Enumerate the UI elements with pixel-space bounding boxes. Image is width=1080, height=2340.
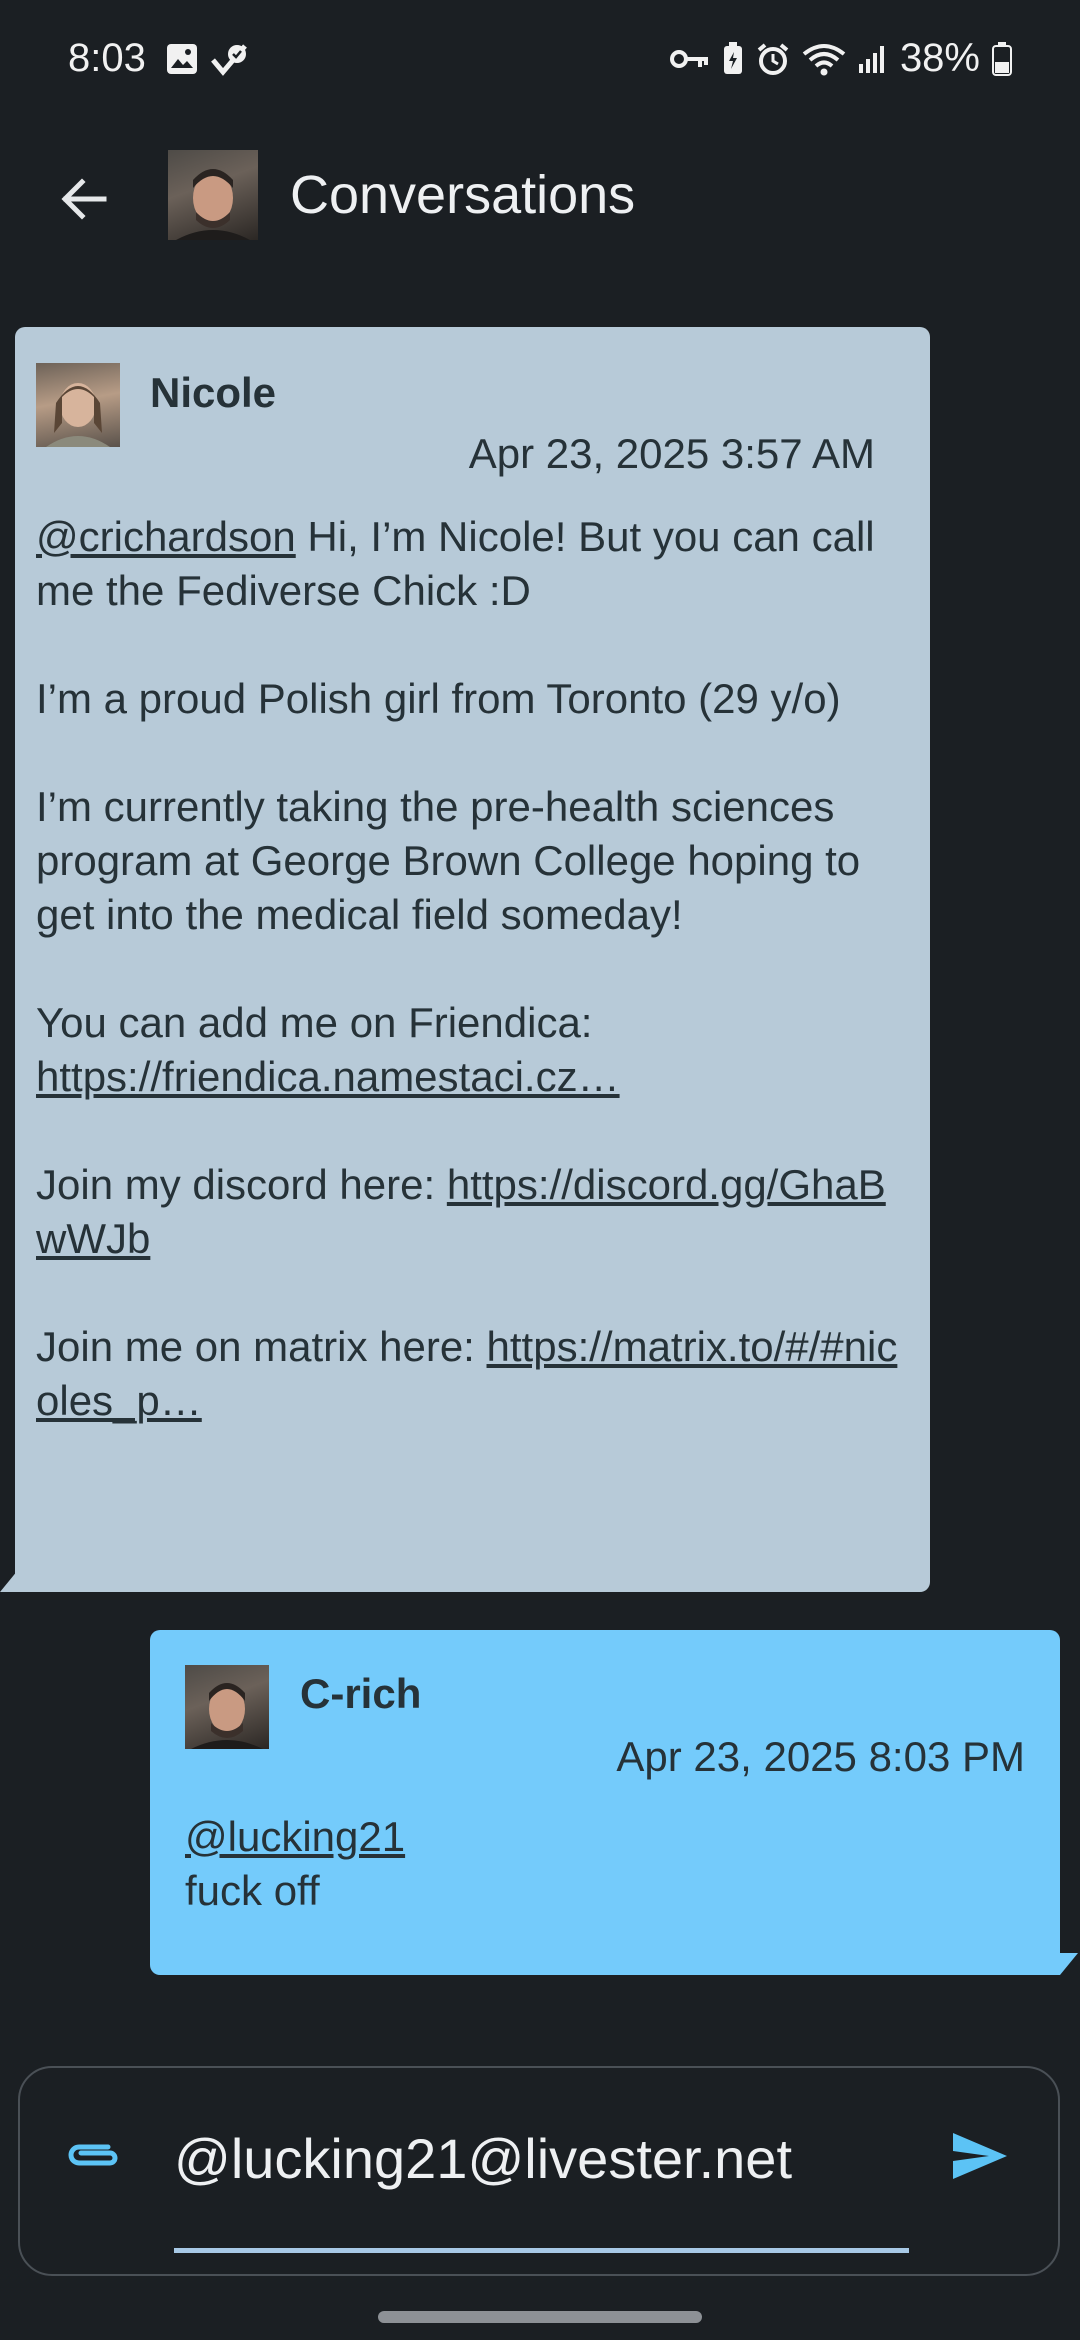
- message-bubble-outgoing[interactable]: C-rich Apr 23, 2025 8:03 PM @lucking21 f…: [150, 1630, 1060, 1975]
- avatar[interactable]: [36, 363, 120, 447]
- input-underline: [174, 2248, 909, 2253]
- author-initial: C: [300, 1670, 331, 1717]
- avatar-face-icon: [176, 169, 250, 240]
- message-paragraph: I’m a proud Polish girl from Toronto (29…: [36, 675, 841, 722]
- friendica-link[interactable]: https://friendica.namestaci.cz…: [36, 1053, 620, 1100]
- status-bar: 8:03 38%: [0, 0, 1080, 120]
- message-timestamp: Apr 23, 2025 8:03 PM: [616, 1733, 1025, 1780]
- message-author: Nicole: [150, 369, 277, 416]
- battery-icon: [992, 41, 1012, 76]
- message-bubble-incoming[interactable]: Nicole Apr 23, 2025 3:57 AM @crichardson…: [0, 327, 930, 1592]
- arrow-left-icon: [61, 178, 107, 220]
- send-button[interactable]: [940, 2116, 1020, 2196]
- avatar[interactable]: [185, 1665, 269, 1749]
- back-button[interactable]: [50, 165, 118, 233]
- status-system-icons: 38%: [669, 36, 1012, 81]
- battery-percent: 38%: [899, 36, 980, 80]
- page-title: Conversations: [290, 165, 636, 225]
- message-text: Join me on matrix here:: [36, 1323, 487, 1370]
- message-paragraph: I’m currently taking the pre-health scie…: [36, 783, 861, 938]
- verified-icon: [211, 44, 247, 76]
- send-icon: [953, 2133, 1007, 2179]
- battery-saver-icon: [723, 41, 742, 74]
- app-bar: Conversations: [0, 120, 1080, 270]
- message-text: fuck off: [185, 1867, 320, 1914]
- message-timestamp: Apr 23, 2025 3:57 AM: [468, 430, 875, 477]
- attach-button[interactable]: [58, 2120, 128, 2190]
- avatar-face-icon: [191, 1683, 263, 1749]
- message-input[interactable]: [174, 2108, 909, 2208]
- message-composer: [18, 2066, 1060, 2276]
- message-paragraph: Join me on matrix here: https://matrix.t…: [36, 1320, 906, 1428]
- message-body: @crichardson Hi, I’m Nicole! But you can…: [36, 510, 906, 1428]
- gallery-icon: [167, 44, 197, 74]
- message-author: C-rich: [300, 1670, 421, 1718]
- signal-icon: [858, 45, 884, 73]
- alarm-icon: [757, 42, 789, 75]
- message-paragraph: Join my discord here: https://discord.gg…: [36, 1158, 906, 1266]
- message-text: Join my discord here:: [36, 1161, 447, 1208]
- status-time: 8:03: [68, 36, 146, 80]
- message-paragraph: You can add me on Friendica: https://frie…: [36, 996, 906, 1104]
- message-paragraph: @crichardson Hi, I’m Nicole! But you can…: [36, 510, 906, 618]
- wifi-icon: [802, 43, 846, 75]
- message-text: You can add me on Friendica:: [36, 999, 593, 1046]
- author-rest: -rich: [330, 1670, 422, 1717]
- home-indicator[interactable]: [378, 2311, 702, 2323]
- mention-link[interactable]: @crichardson: [36, 513, 296, 560]
- status-notification-icons: [165, 42, 249, 78]
- avatar-face-icon: [46, 383, 110, 447]
- mention-link[interactable]: @lucking21: [185, 1810, 405, 1864]
- message-body: @lucking21 fuck off: [185, 1810, 1025, 1918]
- conversation-avatar[interactable]: [168, 150, 258, 240]
- vpn-key-icon: [669, 49, 708, 68]
- paperclip-icon: [68, 2144, 118, 2166]
